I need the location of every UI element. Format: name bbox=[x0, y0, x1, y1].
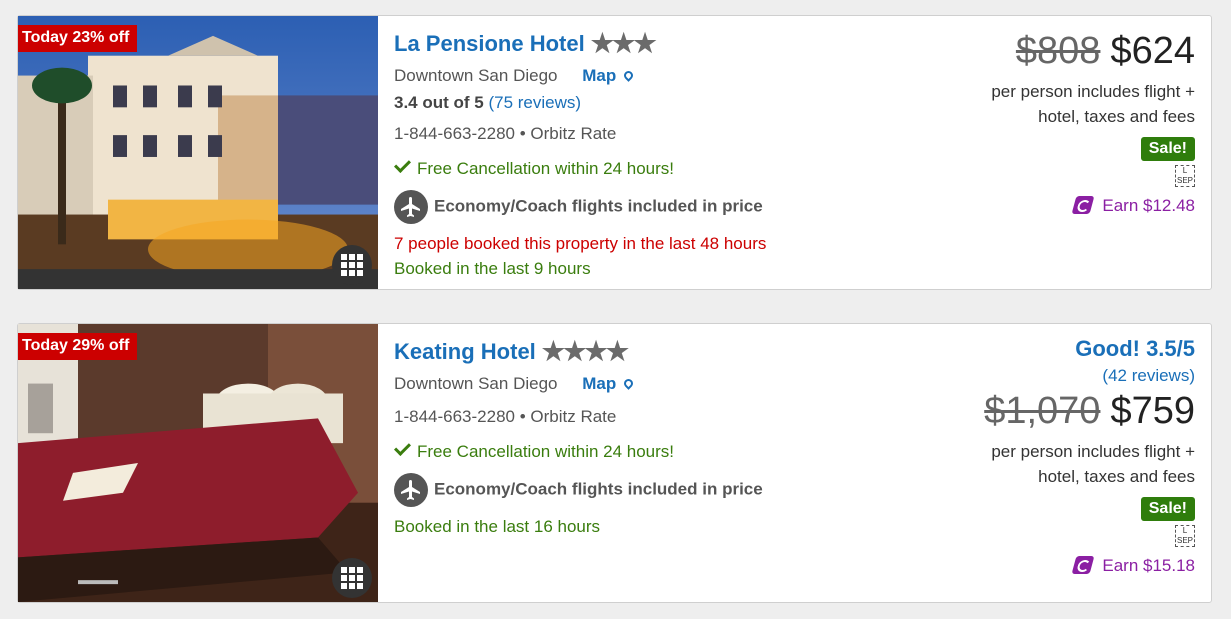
lsep-icon: L SEP bbox=[1175, 525, 1195, 547]
phone-number: 1-844-663-2280 bbox=[394, 124, 515, 143]
map-link[interactable]: Map bbox=[582, 66, 636, 85]
location-row: Downtown San Diego Map bbox=[394, 66, 636, 86]
cancellation-text: Free Cancellation within 24 hours! bbox=[417, 442, 675, 461]
sale-badge: Sale! bbox=[1140, 137, 1195, 161]
flights-row: Economy/Coach flights included in price bbox=[394, 473, 763, 507]
plane-icon bbox=[394, 473, 428, 507]
hotel-name[interactable]: Keating Hotel bbox=[394, 339, 536, 364]
gallery-icon[interactable] bbox=[332, 558, 372, 598]
price-row: $1,070 $759 bbox=[984, 390, 1195, 433]
map-pin-icon bbox=[622, 69, 636, 82]
sale-badge: Sale! bbox=[1140, 497, 1195, 521]
price-note-1: per person includes flight + bbox=[991, 442, 1195, 461]
earn-points-icon bbox=[1071, 556, 1095, 574]
deal-badge: Today 23% off bbox=[18, 25, 138, 52]
gallery-icon[interactable] bbox=[332, 245, 372, 285]
area-label: Downtown San Diego bbox=[394, 66, 558, 85]
check-icon bbox=[394, 156, 411, 173]
star-rating: ★★★★ bbox=[541, 336, 629, 366]
guest-rating: Good! 3.5/5 bbox=[1075, 336, 1195, 361]
earn-row: Earn $12.48 bbox=[991, 196, 1195, 216]
earn-points-icon bbox=[1071, 196, 1095, 214]
area-label: Downtown San Diego bbox=[394, 374, 558, 393]
map-link[interactable]: Map bbox=[582, 374, 636, 393]
hotel-name[interactable]: La Pensione Hotel bbox=[394, 31, 585, 56]
price-row: $808 $624 bbox=[991, 30, 1195, 73]
hotel-card-la-pensione[interactable]: Today 23% off La Pensione Hotel ★★★ Downt… bbox=[17, 15, 1212, 290]
earn-row: Earn $15.18 bbox=[984, 556, 1195, 576]
price-note-1: per person includes flight + bbox=[991, 82, 1195, 101]
flights-row: Economy/Coach flights included in price bbox=[394, 190, 763, 224]
phone-number: 1-844-663-2280 bbox=[394, 407, 515, 426]
price-note-2: hotel, taxes and fees bbox=[1038, 467, 1195, 486]
current-price: $624 bbox=[1110, 30, 1195, 72]
hotel-name-link[interactable]: Keating Hotel ★★★★ bbox=[394, 336, 629, 367]
earn-text: Earn $12.48 bbox=[1102, 196, 1195, 215]
price-block: Good! 3.5/5 (42 reviews) $1,070 $759 per … bbox=[984, 336, 1195, 576]
plane-icon bbox=[394, 190, 428, 224]
map-link-label[interactable]: Map bbox=[582, 374, 616, 393]
location-row: Downtown San Diego Map bbox=[394, 374, 636, 394]
price-block: $808 $624 per person includes flight + ho… bbox=[991, 30, 1195, 216]
reviews-link[interactable]: (75 reviews) bbox=[488, 93, 581, 112]
price-note-2: hotel, taxes and fees bbox=[1038, 107, 1195, 126]
phone-row: 1-844-663-2280 • Orbitz Rate bbox=[394, 407, 616, 427]
earn-text: Earn $15.18 bbox=[1102, 556, 1195, 575]
rating-text: 3.4 out of 5 bbox=[394, 93, 484, 112]
cancellation-row: Free Cancellation within 24 hours! bbox=[394, 156, 675, 179]
booked-recent-text: Booked in the last 9 hours bbox=[394, 259, 591, 278]
booked-people-text: 7 people booked this property in the las… bbox=[394, 234, 767, 253]
hotel-card-keating[interactable]: Today 29% off Keating Hotel ★★★★ Downtown… bbox=[17, 323, 1212, 603]
current-price: $759 bbox=[1110, 390, 1195, 432]
map-link-label[interactable]: Map bbox=[582, 66, 616, 85]
old-price: $808 bbox=[1015, 30, 1101, 72]
booked-recent-text: Booked in the last 16 hours bbox=[394, 517, 601, 536]
flights-text: Economy/Coach flights included in price bbox=[434, 196, 763, 216]
old-price: $1,070 bbox=[984, 390, 1101, 432]
reviews-link[interactable]: (42 reviews) bbox=[984, 366, 1195, 386]
flights-text: Economy/Coach flights included in price bbox=[434, 479, 763, 499]
map-pin-icon bbox=[622, 377, 636, 390]
star-rating: ★★★ bbox=[590, 28, 657, 58]
cancellation-row: Free Cancellation within 24 hours! bbox=[394, 439, 675, 462]
hotel-photo[interactable]: Today 23% off bbox=[18, 16, 378, 289]
hotel-photo[interactable]: Today 29% off bbox=[18, 324, 378, 602]
lsep-icon: L SEP bbox=[1175, 165, 1195, 187]
hotel-photo-image bbox=[18, 16, 378, 289]
rating-row: 3.4 out of 5 (75 reviews) bbox=[394, 93, 581, 113]
hotel-photo-image bbox=[18, 324, 378, 602]
check-icon bbox=[394, 439, 411, 456]
hotel-name-link[interactable]: La Pensione Hotel ★★★ bbox=[394, 28, 657, 59]
cancellation-text: Free Cancellation within 24 hours! bbox=[417, 159, 675, 178]
deal-badge: Today 29% off bbox=[18, 333, 138, 360]
rate-type: • Orbitz Rate bbox=[519, 407, 617, 426]
rate-type: • Orbitz Rate bbox=[519, 124, 617, 143]
phone-row: 1-844-663-2280 • Orbitz Rate bbox=[394, 124, 616, 144]
